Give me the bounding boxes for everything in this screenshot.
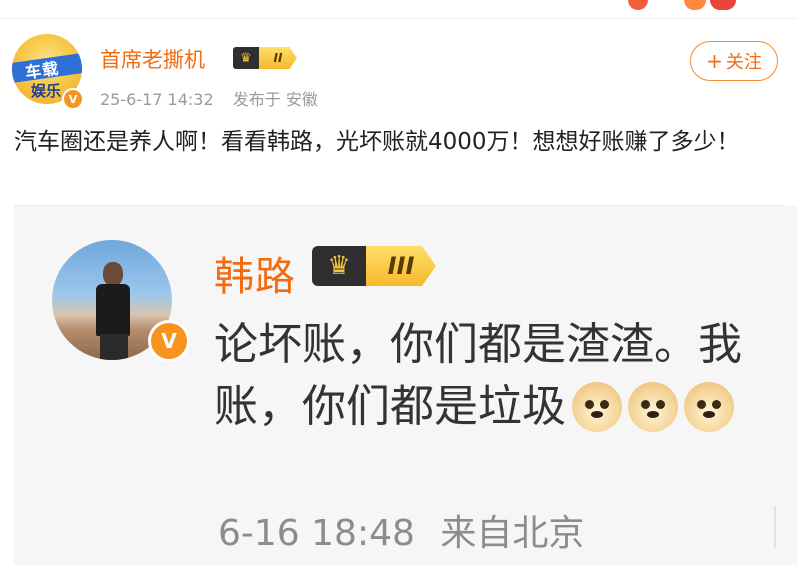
- verified-v-icon: V: [62, 88, 84, 110]
- quoted-text: 论坏账，你们都是渣渣。我 账，你们都是垃圾: [214, 314, 797, 438]
- author-name[interactable]: 首席老撕机: [100, 44, 205, 74]
- post-text: 汽车圈还是养人啊！看看韩路，光坏账就4000万！想想好账赚了多少！: [14, 129, 740, 155]
- author-level-badge[interactable]: ♛ II: [233, 47, 297, 69]
- top-divider: [0, 18, 797, 19]
- post-time: 25-6-17 14:32: [100, 90, 214, 109]
- top-decoration: [628, 0, 738, 12]
- post-image[interactable]: V 韩路 ♛ III 论坏账，你们都是渣渣。我 账，你们都是垃圾 6-16 18…: [14, 206, 797, 565]
- quoted-author-name: 韩路: [214, 254, 296, 300]
- quoted-divider: [774, 506, 776, 548]
- doge-emoji-icon: [572, 382, 622, 432]
- quoted-text-line2: 账，你们都是垃圾: [214, 381, 566, 432]
- doge-emoji-icon: [628, 382, 678, 432]
- quoted-meta: 6-16 18:48 来自北京: [218, 504, 598, 556]
- level-label: II: [259, 47, 297, 69]
- quoted-level-label: III: [366, 246, 436, 286]
- quoted-author-level-badge: ♛ III: [312, 246, 436, 286]
- quoted-verified-v-icon: V: [148, 320, 190, 362]
- follow-label: 关注: [725, 52, 762, 73]
- follow-button[interactable]: + 关注: [690, 41, 778, 81]
- post-meta: 25-6-17 14:32 发布于 安徽: [100, 86, 332, 110]
- quoted-text-line2-row: 账，你们都是垃圾: [214, 376, 797, 438]
- quoted-location: 来自北京: [440, 513, 585, 554]
- crown-icon: ♛: [233, 47, 259, 69]
- plus-icon: +: [706, 49, 723, 73]
- crown-icon: ♛: [312, 246, 366, 286]
- quoted-text-line1: 论坏账，你们都是渣渣。我: [214, 319, 742, 370]
- post-location: 发布于 安徽: [232, 90, 318, 109]
- quoted-time: 6-16 18:48: [218, 513, 415, 554]
- doge-emoji-icon: [684, 382, 734, 432]
